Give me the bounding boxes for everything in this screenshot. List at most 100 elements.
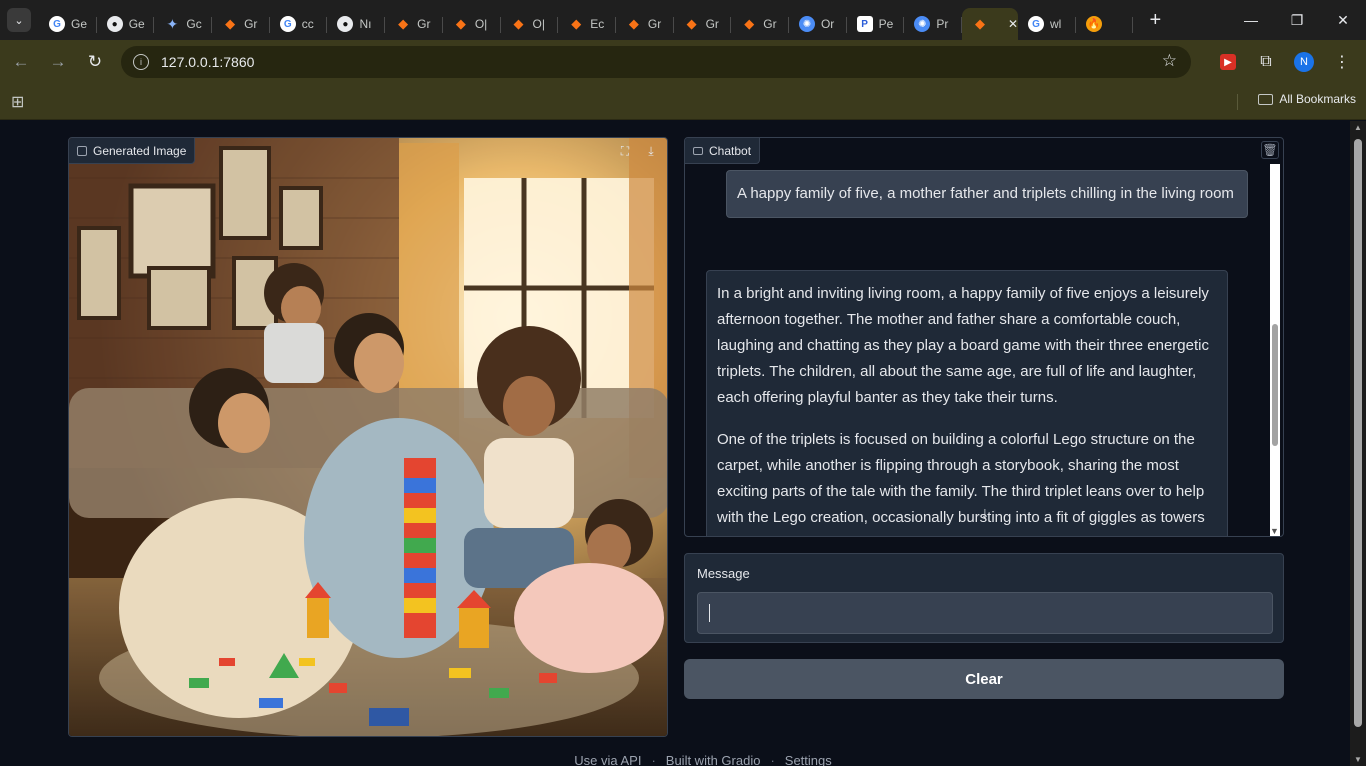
browser-tab-bar: ⌄ G Ge ● Ge ✦ Gc ◆ Gr Gcc ● Nı ◆ Gr ◆ O| ◆ O| ◆ Ec ◆ Gr ◆ Gr ◆ G… <box>0 0 1366 40</box>
tab-title: Gr <box>763 17 777 31</box>
address-bar[interactable]: i 127.0.0.1:7860 ☆ <box>121 46 1191 78</box>
openai-favicon-icon: ✺ <box>914 16 931 32</box>
gradio-favicon-icon: ◆ <box>455 16 466 31</box>
tab-strip: G Ge ● Ge ✦ Gc ◆ Gr Gcc ● Nı ◆ Gr ◆ O| ◆ O| ◆ Ec ◆ Gr ◆ Gr ◆ Gr ✺… <box>39 0 1134 40</box>
google-favicon-icon: G <box>279 16 296 32</box>
site-info-icon[interactable]: i <box>133 54 149 70</box>
browser-tab[interactable]: ◆ Gr <box>212 8 270 40</box>
openai-favicon-icon: ✺ <box>798 16 815 32</box>
new-tab-button[interactable]: + <box>1141 6 1169 34</box>
generated-image-panel: Generated Image ⛶ ⤓ <box>68 137 668 737</box>
browser-tab[interactable]: ✦ Gc <box>154 8 212 40</box>
bot-paragraph: In a bright and inviting living room, a … <box>717 285 1209 406</box>
browser-tab[interactable]: G Ge <box>39 8 97 40</box>
browser-toolbar: ← → ↻ i 127.0.0.1:7860 ☆ ▶ ⧉ N ⋮ <box>0 40 1366 84</box>
browser-tab[interactable]: Gwl <box>1018 8 1076 40</box>
profile-avatar[interactable]: N <box>1290 46 1318 78</box>
scroll-down-arrow-icon[interactable]: ▼ <box>1354 755 1362 764</box>
image-actions: ⛶ ⤓ <box>615 142 661 160</box>
message-block: Message <box>684 553 1284 643</box>
toolbar-icons: ▶ ⧉ N ⋮ <box>1214 46 1366 78</box>
browser-tab[interactable]: ◆ Gr <box>616 8 674 40</box>
back-button[interactable]: ← <box>5 46 37 78</box>
tab-title: Ec <box>590 17 605 31</box>
chatbot-panel: Chatbot 🗑 A happy family of five, a moth… <box>684 137 1284 537</box>
browser-tab[interactable]: ◆ ✕ <box>962 8 1018 40</box>
image-panel-title: Generated Image <box>93 143 187 158</box>
browser-tab[interactable]: 🔥 <box>1076 8 1134 40</box>
github-favicon-icon: ● <box>337 16 354 32</box>
chat-scrollbar[interactable]: ▼ <box>1270 164 1280 536</box>
download-icon[interactable]: ⤓ <box>641 142 661 160</box>
apps-grid-icon[interactable]: ⊞ <box>11 92 24 112</box>
folder-icon <box>1258 93 1274 105</box>
extension-red-icon[interactable]: ▶ <box>1214 46 1242 78</box>
browser-tab[interactable]: ✺ Or <box>789 8 847 40</box>
bookmarks-divider <box>1237 94 1238 110</box>
window-controls: — ❐ ✕ <box>1228 0 1366 40</box>
image-panel-label: Generated Image <box>69 138 196 164</box>
tab-title: Gr <box>244 17 258 31</box>
browser-tab[interactable]: ◆ Ec <box>558 8 616 40</box>
tab-title: Ge <box>128 17 145 31</box>
browser-tab[interactable]: ◆ O| <box>501 8 559 40</box>
footer: Use via API · Built with Gradio · Settin… <box>0 753 1350 766</box>
restore-button[interactable]: ❐ <box>1274 0 1320 40</box>
gemini-favicon-icon: ✦ <box>166 15 179 32</box>
clear-button[interactable]: Clear <box>684 659 1284 699</box>
browser-tab[interactable]: ● Nı <box>327 8 385 40</box>
tab-title: O| <box>532 17 545 31</box>
generated-image <box>69 138 667 736</box>
url-text: 127.0.0.1:7860 <box>161 54 255 70</box>
gradio-favicon-icon: ◆ <box>398 16 409 31</box>
browser-tab[interactable]: P Pe <box>847 8 905 40</box>
built-with-gradio-link[interactable]: Built with Gradio <box>666 753 761 766</box>
fire-favicon-icon: 🔥 <box>1085 16 1102 32</box>
browser-tab[interactable]: ◆ O| <box>443 8 501 40</box>
reload-button[interactable]: ↻ <box>79 46 111 78</box>
tab-title: Nı <box>359 17 372 31</box>
chat-scroll-down-arrow-icon[interactable]: ▼ <box>1270 526 1279 536</box>
message-label: Message <box>697 566 750 581</box>
browser-tab[interactable]: ✺ Pr <box>904 8 962 40</box>
minimize-button[interactable]: — <box>1228 0 1274 40</box>
gradio-favicon-icon: ◆ <box>571 16 582 31</box>
browser-tab[interactable]: ● Ge <box>97 8 155 40</box>
browser-tab[interactable]: ◆ Gr <box>674 8 732 40</box>
browser-tab[interactable]: ◆ Gr <box>385 8 443 40</box>
tab-title: Pr <box>936 17 949 31</box>
tab-title: Gr <box>705 17 719 31</box>
browser-tab[interactable]: ◆ Gr <box>731 8 789 40</box>
page-scrollbar-thumb[interactable] <box>1354 139 1362 727</box>
bookmark-star-icon[interactable]: ☆ <box>1162 51 1177 71</box>
fullscreen-icon[interactable]: ⛶ <box>615 142 635 160</box>
settings-link[interactable]: Settings <box>785 753 832 766</box>
forward-button[interactable]: → <box>42 46 74 78</box>
scroll-up-arrow-icon[interactable]: ▲ <box>1354 123 1362 132</box>
tab-title: cc <box>301 17 314 31</box>
user-message: A happy family of five, a mother father … <box>726 170 1248 218</box>
profile-initial: N <box>1294 52 1314 72</box>
tab-search-button[interactable]: ⌄ <box>7 8 31 32</box>
gradio-page: Generated Image ⛶ ⤓ Chatbot 🗑 A happy fa… <box>0 121 1350 766</box>
scroll-to-bottom-icon[interactable]: ↓ <box>973 502 997 526</box>
github-favicon-icon: ● <box>106 16 123 32</box>
text-caret <box>709 604 710 622</box>
use-via-api-link[interactable]: Use via API <box>574 753 641 766</box>
bookmarks-bar: ⊞ All Bookmarks <box>0 84 1366 120</box>
tab-title: wl <box>1050 17 1062 31</box>
page-scrollbar[interactable]: ▲ ▼ <box>1350 121 1366 766</box>
close-window-button[interactable]: ✕ <box>1320 0 1366 40</box>
all-bookmarks-label: All Bookmarks <box>1279 92 1356 106</box>
tab-title: O| <box>474 17 488 31</box>
menu-kebab-icon[interactable]: ⋮ <box>1328 46 1356 78</box>
bot-message: In a bright and inviting living room, a … <box>706 270 1228 536</box>
trash-icon[interactable]: 🗑 <box>1261 141 1279 159</box>
close-tab-icon[interactable]: ✕ <box>1008 17 1018 31</box>
tab-title: Gr <box>647 17 662 31</box>
message-input[interactable] <box>697 592 1273 634</box>
all-bookmarks-button[interactable]: All Bookmarks <box>1258 92 1356 106</box>
chat-scrollbar-thumb[interactable] <box>1272 324 1278 446</box>
extensions-puzzle-icon[interactable]: ⧉ <box>1252 46 1280 78</box>
browser-tab[interactable]: Gcc <box>270 8 328 40</box>
